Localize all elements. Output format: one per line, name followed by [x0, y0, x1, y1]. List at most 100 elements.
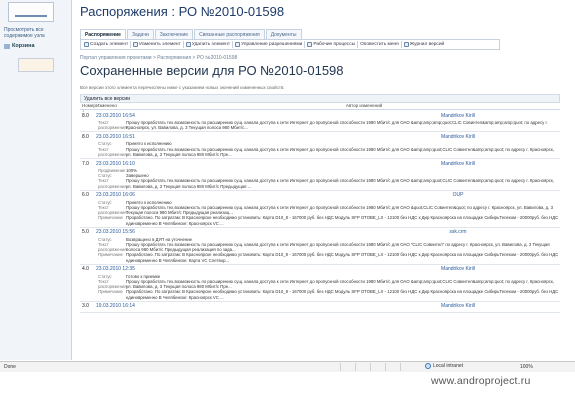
manage-permissions-button[interactable]: Управление разрешениями: [235, 42, 302, 47]
property-label: Примечание: [98, 289, 123, 295]
property-value: Проработано. По затратам: В Красноярске …: [126, 215, 559, 226]
version-number: 6.0: [82, 192, 89, 199]
column-author[interactable]: Автор изменений: [168, 103, 560, 109]
version-number: 7.0: [82, 160, 89, 167]
zoom-level[interactable]: 100%: [520, 364, 533, 370]
version-header: 4.0 23.03.2010 12:35 Mandrikov Kirill: [80, 265, 560, 274]
version-property-row: Текст распоряжения Прошу проработать тех.…: [98, 205, 560, 215]
delete-all-versions-button[interactable]: Удалить все версии: [80, 94, 560, 103]
status-cell: [400, 363, 412, 371]
property-label: Текст распоряжения: [98, 120, 127, 131]
version-header: 5.0 23.03.2010 15:56 ssk.crm: [80, 228, 560, 237]
toolbar-divider: [232, 41, 234, 48]
version-entry: 3.0 19.03.2010 16:14 Mandrikov Kirill: [80, 302, 560, 313]
version-entry: 6.0 23.03.2010 16:06 OUP Статус Принято к ис…: [80, 191, 560, 228]
version-author-link[interactable]: Mandrikov Kirill: [336, 134, 560, 140]
version-property-row: Примечание Проработано. По затратам: В Кр…: [98, 215, 560, 225]
version-history-label: Журнал версий: [409, 42, 445, 47]
version-author-link[interactable]: ssk.crm: [336, 229, 560, 235]
version-date-link[interactable]: 23.03.2010 16:51: [96, 134, 336, 140]
new-item-button[interactable]: Создать элемент: [84, 42, 128, 47]
manage-permissions-label: Управление разрешениями: [241, 42, 303, 47]
version-date-link[interactable]: 23.03.2010 16:10: [96, 161, 336, 167]
toolbar-divider: [357, 41, 359, 48]
property-value: Проработано. По затратам: В Красноярске …: [126, 289, 559, 300]
tab-conclusion[interactable]: Заключение: [154, 29, 194, 39]
tab-documents[interactable]: Документы: [265, 29, 302, 39]
quick-launch: Просмотреть все содержимое узла Корзина: [4, 27, 68, 49]
version-history-button[interactable]: Журнал версий: [403, 42, 445, 47]
version-number: 5.0: [82, 229, 89, 236]
version-date-link[interactable]: 23.03.2010 15:56: [96, 229, 336, 235]
versions-list: 8.0 23.03.2010 16:54 Mandrikov Kirill Текст…: [80, 111, 560, 313]
version-author-link[interactable]: Mandrikov Kirill: [336, 266, 560, 272]
version-author-link[interactable]: Mandrikov Kirill: [336, 161, 560, 167]
version-author-link[interactable]: OUP: [336, 192, 560, 198]
version-number: 4.0: [82, 266, 89, 273]
version-property-row: Текст распоряжения Прошу проработать тех.…: [98, 147, 560, 157]
new-item-icon: [84, 42, 89, 47]
property-value: Прошу проработать тех.возможность по рас…: [126, 146, 554, 157]
version-header: 6.0 23.03.2010 16:06 OUP: [80, 191, 560, 200]
recycle-bin-label: Корзина: [12, 43, 35, 49]
version-author-link[interactable]: Mandrikov Kirill: [336, 303, 560, 309]
toolbar-divider: [130, 41, 132, 48]
versions-heading: Сохраненные версии для РО №2010-01598: [80, 63, 344, 78]
decorative-image: [18, 58, 54, 72]
version-date-link[interactable]: 23.03.2010 16:06: [96, 192, 336, 198]
tab-order[interactable]: Распоряжение: [80, 29, 126, 39]
recycle-bin-link[interactable]: Корзина: [4, 43, 68, 49]
version-date-link[interactable]: 19.03.2010 16:14: [96, 303, 336, 309]
site-logo: [8, 2, 54, 22]
status-bar: Done Local intranet 100%: [0, 361, 575, 372]
status-cell: [370, 363, 382, 371]
status-text: Done: [4, 364, 16, 370]
delete-all-label: Удалить все версии: [84, 96, 130, 102]
version-number: 8.0: [82, 133, 89, 140]
property-label: Текст распоряжения: [98, 178, 127, 189]
globe-icon: [425, 363, 431, 369]
workflows-button[interactable]: Рабочие процессы: [307, 42, 355, 47]
security-zone[interactable]: Local intranet: [425, 363, 463, 369]
version-entry: 8.0 23.03.2010 16:51 Mandrikov Kirill Стату…: [80, 132, 560, 160]
property-label: Примечание: [98, 252, 123, 258]
version-property-row: Примечание Проработано. По затратам: В Кр…: [98, 252, 560, 262]
property-label: Примечание: [98, 215, 123, 221]
property-value: Прошу проработать тех.возможность по рас…: [126, 178, 554, 189]
version-header: 3.0 19.03.2010 16:14 Mandrikov Kirill: [80, 302, 560, 311]
column-number[interactable]: Номер ↓: [80, 103, 96, 113]
alert-me-button[interactable]: Оповестить меня: [360, 42, 399, 47]
version-property-row: Текст распоряжения Прошу проработать тех.…: [98, 178, 560, 188]
property-label: Текст распоряжения: [98, 205, 127, 216]
property-value: Проработано. По затратам: В Красноярске …: [126, 252, 559, 263]
property-value: Прошу проработать тех.возможность по рас…: [126, 120, 548, 131]
version-property-row: Текст распоряжения Прошу проработать тех.…: [98, 279, 560, 289]
version-header: 8.0 23.03.2010 16:51 Mandrikov Kirill: [80, 132, 560, 141]
toolbar: Создать элемент Изменить элемент Удалить…: [80, 39, 500, 50]
version-author-link[interactable]: Mandrikov Kirill: [336, 113, 560, 119]
tab-tasks[interactable]: Задачи: [126, 29, 154, 39]
view-all-content-link[interactable]: Просмотреть все содержимое узла: [4, 27, 68, 39]
breadcrumb[interactable]: Портал управления проектами > Распоряжен…: [80, 55, 237, 61]
version-header: 7.0 23.03.2010 16:10 Mandrikov Kirill: [80, 159, 560, 168]
version-date-link[interactable]: 23.03.2010 16:54: [96, 113, 336, 119]
column-modified[interactable]: Изменено: [96, 103, 168, 109]
version-entry: 7.0 23.03.2010 16:10 Mandrikov Kirill Продв…: [80, 159, 560, 191]
left-navigation-pane: Просмотреть все содержимое узла Корзина: [0, 0, 72, 360]
new-item-label: Создать элемент: [90, 42, 129, 47]
versions-description: Все версии этого элемента перечислены ни…: [80, 85, 285, 90]
version-date-link[interactable]: 23.03.2010 12:35: [96, 266, 336, 272]
version-entry: 4.0 23.03.2010 12:35 Mandrikov Kirill Стату…: [80, 265, 560, 302]
alert-me-label: Оповестить меня: [360, 42, 399, 47]
edit-item-button[interactable]: Изменить элемент: [133, 42, 181, 47]
property-label: Текст распоряжения: [98, 279, 127, 290]
property-value: Прошу проработать тех.возможность по рас…: [126, 205, 554, 216]
delete-item-button[interactable]: Удалить элемент: [185, 42, 231, 47]
tab-related-orders[interactable]: Связанные распоряжения: [194, 29, 265, 39]
toolbar-divider: [400, 41, 402, 48]
version-property-row: Текст распоряжения Прошу проработать тех.…: [98, 242, 560, 252]
delete-item-label: Удалить элемент: [191, 42, 231, 47]
recycle-bin-icon: [4, 43, 10, 49]
watermark-text: www.androproject.ru: [431, 375, 531, 387]
version-history-icon: [403, 42, 409, 47]
